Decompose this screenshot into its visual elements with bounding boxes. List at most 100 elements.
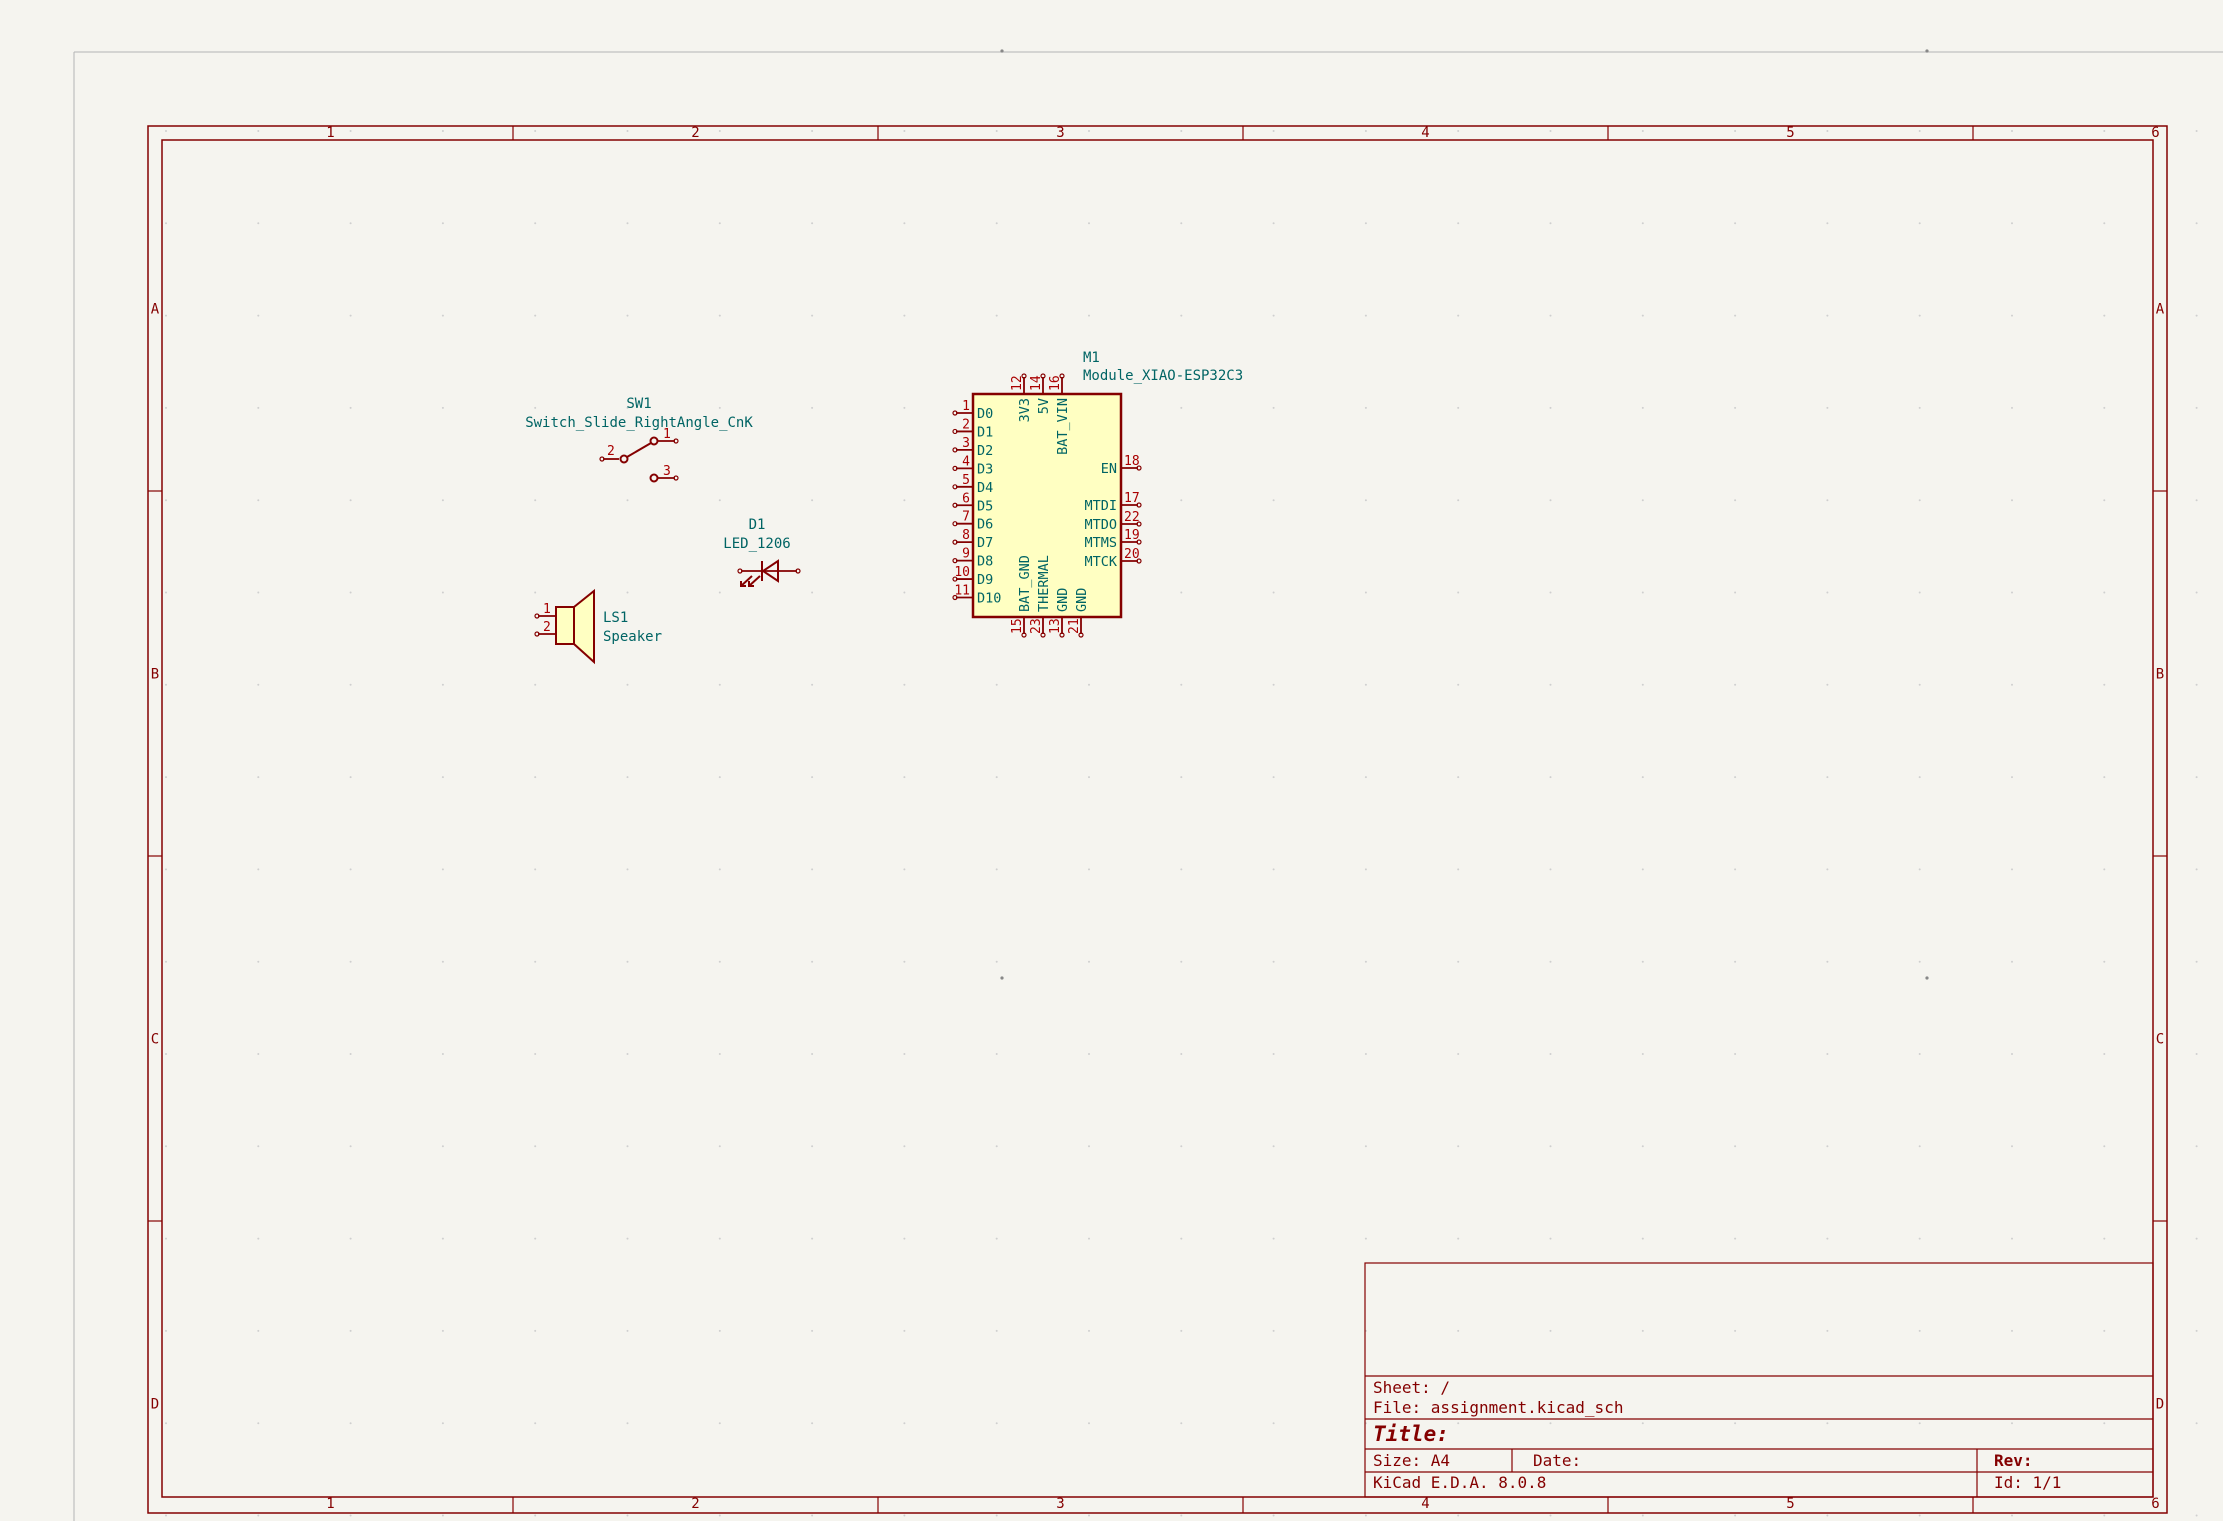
sw1-value: Switch_Slide_RightAngle_CnK — [525, 415, 753, 431]
m1-reference: M1 — [1083, 350, 1100, 366]
svg-text:D4: D4 — [977, 480, 993, 496]
svg-text:14: 14 — [1029, 375, 1044, 391]
zone-column-label-top: 6 — [2151, 125, 2159, 141]
m1-value: Module_XIAO-ESP32C3 — [1083, 368, 1243, 384]
svg-text:20: 20 — [1124, 547, 1140, 562]
svg-text:21: 21 — [1067, 618, 1082, 634]
zone-row-label-right: B — [2156, 667, 2164, 683]
svg-text:GND: GND — [1055, 588, 1071, 612]
svg-text:3: 3 — [962, 436, 970, 451]
svg-text:THERMAL: THERMAL — [1036, 555, 1052, 612]
title-label: Title: — [1373, 1422, 1449, 1446]
component-sw1[interactable]: SW1 Switch_Slide_RightAngle_CnK 2 1 3 — [525, 396, 753, 483]
zone-column-label-bottom: 3 — [1056, 1496, 1064, 1512]
zone-row-label-right: A — [2156, 302, 2165, 318]
zone-column-label-bottom: 2 — [691, 1496, 699, 1512]
schematic-canvas[interactable]: 112233445566A AB BC CD D Sheet: / File: assi… — [0, 0, 2223, 1521]
svg-text:5: 5 — [962, 473, 970, 488]
svg-text:6: 6 — [962, 491, 970, 506]
svg-text:10: 10 — [954, 565, 970, 580]
svg-text:MTCK: MTCK — [1084, 554, 1117, 570]
zone-row-label-left: A — [151, 302, 160, 318]
svg-text:9: 9 — [962, 547, 970, 562]
ls1-pin-2: 2 — [543, 620, 551, 635]
zone-column-label-bottom: 5 — [1786, 1496, 1794, 1512]
zone-column-label-top: 1 — [326, 125, 334, 141]
svg-text:12: 12 — [1010, 375, 1025, 391]
sheet-name: Sheet: / — [1373, 1378, 1450, 1397]
ls1-reference: LS1 — [603, 610, 628, 626]
component-m1[interactable]: M1 Module_XIAO-ESP32C3 1 D02 D13 D24 D35 D46 D… — [952, 350, 1243, 638]
svg-text:D0: D0 — [977, 406, 993, 422]
svg-text:D10: D10 — [977, 591, 1001, 607]
ls1-pin-1: 1 — [543, 602, 551, 617]
svg-text:D3: D3 — [977, 461, 993, 477]
zone-column-label-bottom: 6 — [2151, 1496, 2159, 1512]
zone-column-label-top: 2 — [691, 125, 699, 141]
svg-text:D5: D5 — [977, 498, 993, 514]
svg-text:GND: GND — [1074, 588, 1090, 612]
ls1-cone — [573, 588, 595, 665]
file-name: File: assignment.kicad_sch — [1373, 1398, 1623, 1417]
svg-text:EN: EN — [1101, 461, 1117, 477]
ls1-magnet — [555, 606, 575, 645]
sw1-pin-2: 2 — [607, 444, 615, 459]
svg-text:7: 7 — [962, 510, 970, 525]
component-d1[interactable]: D1 LED_1206 — [723, 517, 801, 587]
zone-column-label-top: 5 — [1786, 125, 1794, 141]
d1-reference: D1 — [749, 517, 766, 533]
date-label: Date: — [1533, 1451, 1581, 1470]
svg-text:23: 23 — [1029, 618, 1044, 634]
svg-text:D8: D8 — [977, 554, 993, 570]
svg-text:1: 1 — [962, 399, 970, 414]
title-block-border — [1364, 1262, 2154, 1498]
sheet-inner-border — [161, 139, 2154, 1498]
zone-row-label-left: B — [151, 667, 159, 683]
sw1-reference: SW1 — [626, 396, 651, 412]
d1-value: LED_1206 — [723, 536, 790, 552]
svg-text:MTMS: MTMS — [1084, 535, 1117, 551]
sw1-pin-1: 1 — [663, 427, 671, 442]
svg-text:17: 17 — [1124, 491, 1140, 506]
svg-text:MTDI: MTDI — [1084, 498, 1117, 514]
grid-dots — [165, 49, 2198, 1517]
svg-text:18: 18 — [1124, 454, 1140, 469]
svg-text:MTDO: MTDO — [1084, 517, 1117, 533]
svg-text:D6: D6 — [977, 517, 993, 533]
sheet-zone-markers: 112233445566A AB BC CD D — [148, 125, 2167, 1513]
zone-column-label-bottom: 1 — [326, 1496, 334, 1512]
svg-text:15: 15 — [1010, 618, 1025, 634]
svg-text:13: 13 — [1048, 618, 1063, 634]
svg-text:BAT_GND: BAT_GND — [1017, 555, 1033, 612]
svg-text:5V: 5V — [1036, 398, 1052, 414]
sw1-pivot-contact — [619, 454, 629, 464]
svg-text:D7: D7 — [977, 535, 993, 551]
zone-row-label-right: D — [2156, 1397, 2164, 1413]
sw1-pin-3: 3 — [663, 464, 671, 479]
svg-text:22: 22 — [1124, 510, 1140, 525]
component-ls1[interactable]: 1 2 LS1 Speaker — [534, 588, 662, 665]
zone-row-label-left: D — [151, 1397, 159, 1413]
svg-text:8: 8 — [962, 528, 970, 543]
tool-version: KiCad E.D.A. 8.0.8 — [1373, 1473, 1546, 1492]
svg-text:BAT_VIN: BAT_VIN — [1055, 398, 1071, 455]
ls1-value: Speaker — [603, 629, 662, 645]
svg-text:3V3: 3V3 — [1017, 398, 1033, 422]
svg-text:D1: D1 — [977, 424, 993, 440]
zone-column-label-top: 4 — [1421, 125, 1429, 141]
zone-row-label-left: C — [151, 1032, 159, 1048]
sw1-lever — [626, 442, 652, 458]
svg-text:4: 4 — [962, 454, 970, 469]
svg-text:D2: D2 — [977, 443, 993, 459]
svg-text:16: 16 — [1048, 375, 1063, 391]
svg-text:D9: D9 — [977, 572, 993, 588]
zone-column-label-top: 3 — [1056, 125, 1064, 141]
sheet-id: Id: 1/1 — [1994, 1473, 2061, 1492]
size-label: Size: A4 — [1373, 1451, 1450, 1470]
zone-row-label-right: C — [2156, 1032, 2164, 1048]
rev-label: Rev: — [1994, 1451, 2033, 1470]
sheet-outer-border — [147, 125, 2168, 1514]
svg-text:2: 2 — [962, 417, 970, 432]
title-block: Sheet: / File: assignment.kicad_sch Titl… — [1364, 1262, 2154, 1498]
svg-text:11: 11 — [954, 584, 970, 599]
